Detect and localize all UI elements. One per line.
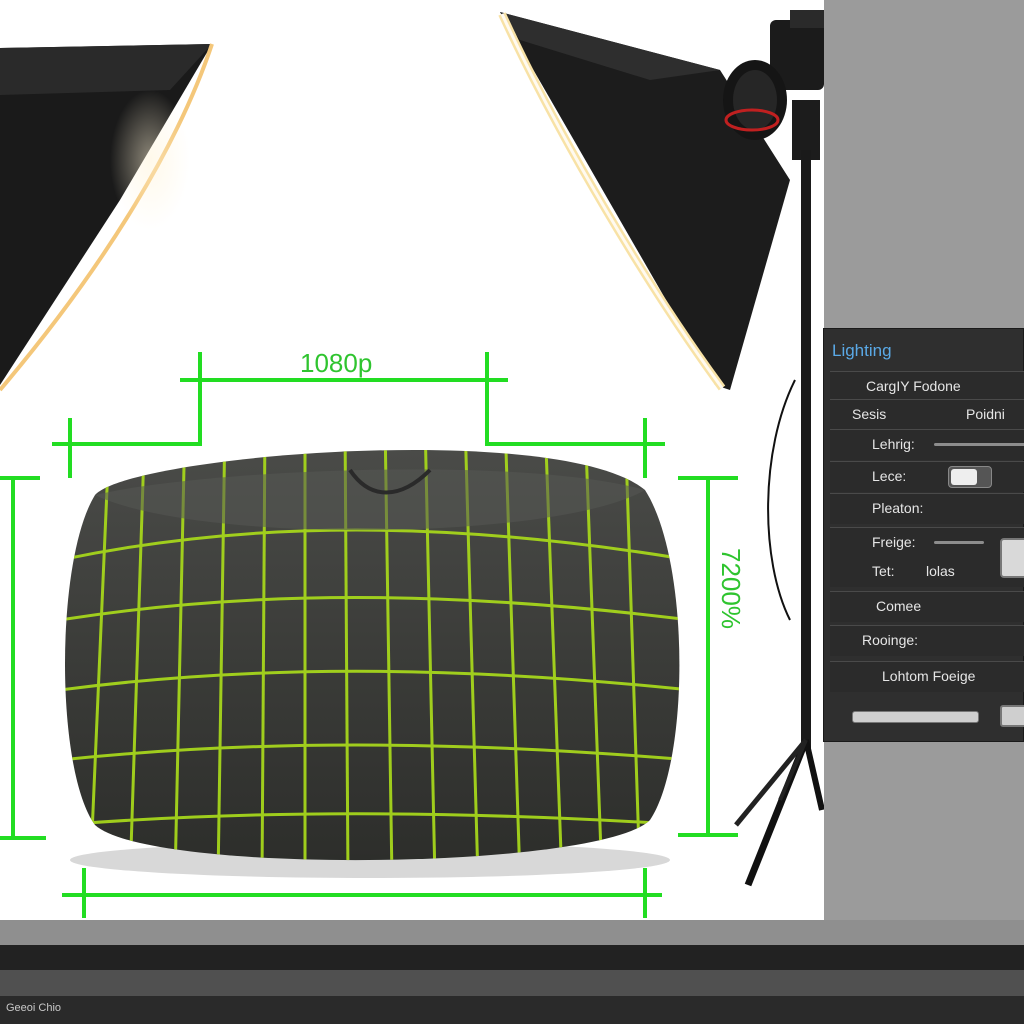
sesis-label: Sesis — [852, 406, 887, 422]
panel-row-rooinge[interactable]: Rooinge: — [830, 625, 1024, 656]
sesis-value: Poidni — [966, 406, 1005, 422]
panel-title: Lighting — [832, 341, 892, 360]
panel-row-preset[interactable]: CargIY Fodone — [830, 371, 1024, 402]
panel-row-tet[interactable]: Tet: lolas — [830, 557, 1024, 587]
side-swatch-button[interactable] — [1000, 538, 1024, 578]
panel-row-freige[interactable]: Freige: — [830, 527, 1024, 558]
lehrig-label: Lehrig: — [872, 436, 915, 452]
width-dimension-label: 1080p — [300, 348, 372, 378]
bottom-button[interactable] — [1000, 705, 1024, 727]
bottom-slider[interactable] — [852, 711, 979, 723]
freige-slider[interactable] — [934, 541, 984, 544]
studio-scene: 1080p 7200% — [0, 10, 824, 918]
comee-label: Comee — [876, 598, 922, 614]
status-bar — [0, 996, 1024, 1024]
panel-row-lece[interactable]: Lece: — [830, 461, 1024, 492]
lece-label: Lece: — [872, 468, 907, 484]
panel-row-pleaton[interactable]: Pleaton: — [830, 493, 1024, 524]
rooinge-label: Rooinge: — [862, 632, 919, 648]
panel-row-sesis[interactable]: Sesis Poidni — [830, 399, 1024, 430]
pleaton-label: Pleaton: — [872, 500, 924, 516]
photo-viewport: 1080p 7200% — [0, 0, 824, 920]
panel-row-comee[interactable]: Comee — [830, 591, 1024, 622]
softbox-left — [0, 43, 214, 392]
lohtom-label: Lohtom Foeige — [882, 668, 976, 684]
timeline-strip — [0, 945, 1024, 970]
tet-value: lolas — [926, 563, 955, 579]
timeline-track — [0, 970, 1024, 996]
freige-label: Freige: — [872, 534, 916, 550]
lehrig-slider[interactable] — [934, 443, 1024, 446]
lece-toggle[interactable] — [948, 466, 992, 488]
preset-label: CargIY Fodone — [866, 378, 961, 394]
status-text: Geeoi Chio — [6, 1002, 62, 1014]
lighting-panel: Lighting CargIY Fodone Sesis Poidni Lehr… — [823, 328, 1024, 742]
tet-label: Tet: — [872, 563, 895, 579]
height-dimension-label: 7200% — [716, 548, 746, 629]
panel-row-lohtom[interactable]: Lohtom Foeige — [830, 661, 1024, 692]
toggle-knob — [951, 469, 977, 485]
panel-row-lehrig[interactable]: Lehrig: — [830, 429, 1024, 460]
bean-bag — [65, 449, 680, 878]
